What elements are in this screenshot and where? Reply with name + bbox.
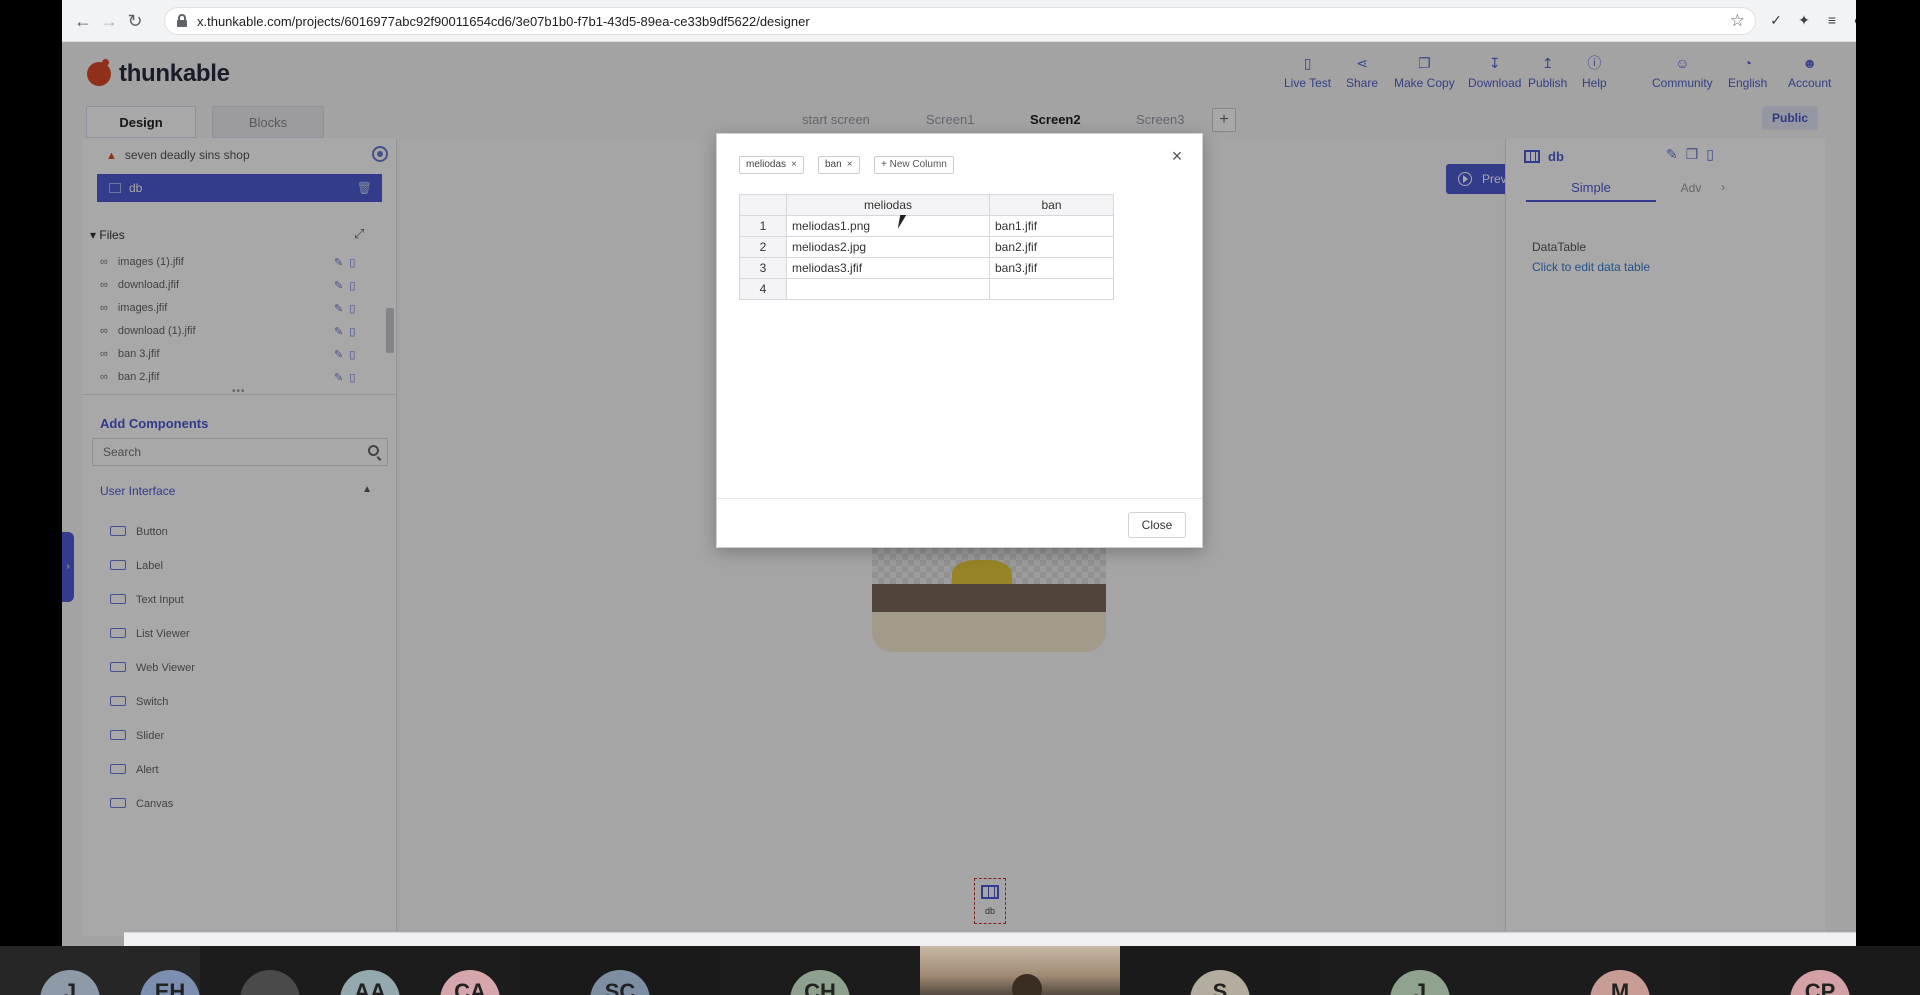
- avatar[interactable]: AA: [340, 970, 400, 995]
- video-call-strip: J EH AA CA SC CH S J M CP: [0, 946, 1920, 995]
- column-tag-meliodas[interactable]: meliodas ×: [739, 156, 804, 174]
- table-cell[interactable]: meliodas3.jfif: [786, 257, 990, 279]
- column-tag-ban[interactable]: ban ×: [818, 156, 860, 174]
- table-row: 1 meliodas1.png ban1.jfif: [739, 215, 1114, 237]
- row-number: 2: [739, 236, 787, 258]
- table-cell[interactable]: [989, 278, 1114, 300]
- avatar[interactable]: CH: [790, 970, 850, 995]
- table-row: 2 meliodas2.jpg ban2.jfif: [739, 236, 1114, 258]
- table-cell[interactable]: meliodas2.jpg: [786, 236, 990, 258]
- column-tag-label: ban: [825, 159, 842, 170]
- remove-column-icon[interactable]: ×: [847, 159, 853, 170]
- extension-icon[interactable]: ✓: [1766, 10, 1786, 30]
- close-icon[interactable]: ×: [1167, 146, 1187, 166]
- column-header[interactable]: ban: [989, 194, 1114, 216]
- avatar[interactable]: J: [1390, 970, 1450, 995]
- avatar-photo[interactable]: [240, 970, 300, 995]
- reload-icon[interactable]: ↻: [124, 10, 146, 32]
- data-table-modal: meliodas × ban × + New Column × meliodas b…: [716, 133, 1203, 548]
- horizontal-scrollbar[interactable]: [124, 932, 1856, 946]
- row-number: 4: [739, 278, 787, 300]
- table-header-row: meliodas ban: [739, 194, 1114, 216]
- browser-toolbar: ← → ↻ x.thunkable.com/projects/6016977ab…: [62, 0, 1856, 42]
- column-header[interactable]: meliodas: [786, 194, 990, 216]
- row-number: 3: [739, 257, 787, 279]
- profile-icon[interactable]: ●: [1848, 10, 1856, 30]
- bookmark-star-icon[interactable]: ☆: [1730, 11, 1745, 31]
- avatar[interactable]: CA: [440, 970, 500, 995]
- modal-divider: [717, 498, 1202, 499]
- close-button[interactable]: Close: [1128, 512, 1186, 538]
- column-tag-label: meliodas: [746, 159, 787, 170]
- table-cell[interactable]: ban3.jfif: [989, 257, 1114, 279]
- row-number-header: [739, 194, 787, 216]
- self-video-person: [1012, 974, 1042, 995]
- table-row: 4: [739, 278, 1114, 300]
- puzzle-icon[interactable]: ✦: [1794, 10, 1814, 30]
- url-text[interactable]: x.thunkable.com/projects/6016977abc92f90…: [197, 14, 810, 29]
- forward-arrow-icon[interactable]: →: [98, 10, 120, 32]
- table-row: 3 meliodas3.jfif ban3.jfif: [739, 257, 1114, 279]
- back-arrow-icon[interactable]: ←: [72, 10, 94, 32]
- self-video[interactable]: [920, 946, 1120, 995]
- lock-icon: [177, 14, 187, 27]
- table-cell[interactable]: ban2.jfif: [989, 236, 1114, 258]
- mouse-cursor-icon: [897, 215, 913, 229]
- address-bar[interactable]: x.thunkable.com/projects/6016977abc92f90…: [164, 7, 1756, 35]
- row-number: 1: [739, 215, 787, 237]
- new-column-button[interactable]: + New Column: [874, 156, 954, 174]
- media-icon[interactable]: ≡: [1822, 10, 1842, 30]
- table-cell[interactable]: meliodas1.png: [786, 215, 990, 237]
- avatar[interactable]: M: [1590, 970, 1650, 995]
- table-cell[interactable]: ban1.jfif: [989, 215, 1114, 237]
- remove-column-icon[interactable]: ×: [791, 159, 797, 170]
- data-table: meliodas ban 1 meliodas1.png ban1.jfif 2…: [739, 194, 1114, 300]
- table-cell[interactable]: [786, 278, 990, 300]
